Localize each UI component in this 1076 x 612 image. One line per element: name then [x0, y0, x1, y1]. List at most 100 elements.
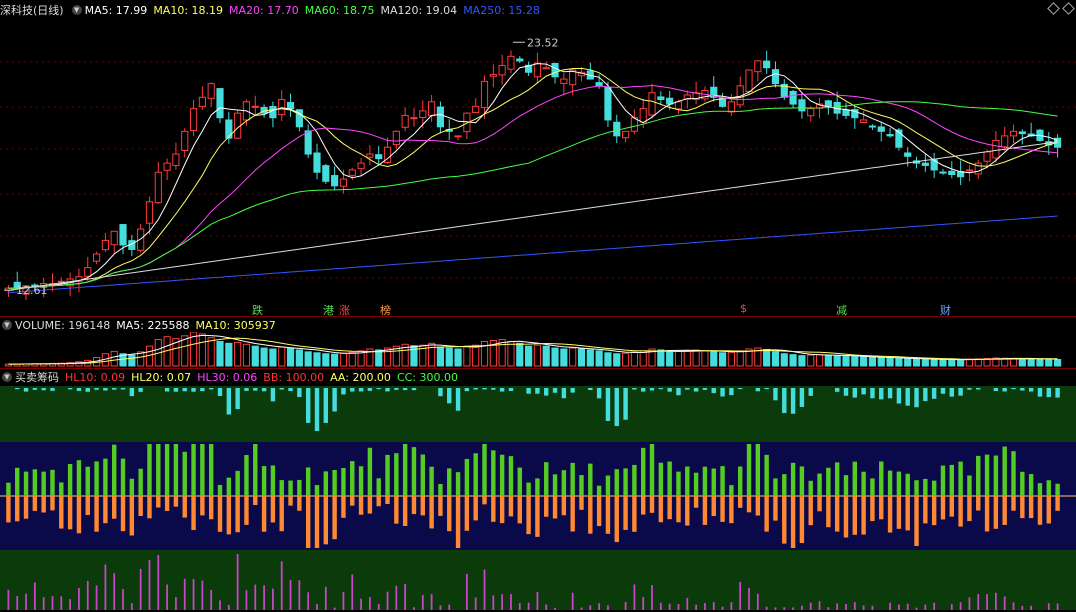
chip-green-bar-27	[244, 455, 249, 496]
chip-bottom-bar-92	[818, 601, 821, 610]
chip-green-bar-29	[261, 466, 267, 496]
candle-body-42	[375, 154, 383, 160]
chip-green-bar-32	[288, 480, 293, 496]
candle-body-114	[1009, 130, 1018, 137]
chip-orange-bar-31	[279, 496, 284, 532]
chip-green-bar-22	[200, 444, 205, 496]
candle-body-20	[181, 130, 189, 151]
chip-green-bar-1	[15, 467, 20, 496]
chip-bottom-bar-75	[668, 603, 671, 610]
chip-bottom-bar-25	[227, 604, 230, 610]
chip-bottom-bar-13	[122, 589, 124, 610]
chip-green-bar-56	[499, 454, 505, 496]
chip-top-bar-112	[993, 388, 999, 392]
settings-diamond-icon[interactable]	[1047, 2, 1060, 15]
chip-orange-bar-67	[596, 496, 602, 527]
chip-bottom-bar-89	[792, 607, 794, 610]
chip-bottom-bar-24	[219, 600, 221, 610]
high-price-label: 23.52	[527, 36, 559, 49]
chip-orange-bar-46	[411, 496, 417, 515]
chip-bottom-bar-26	[236, 554, 239, 610]
chip-bottom-bar-90	[801, 605, 803, 610]
chip-top-bar-74	[658, 388, 664, 390]
chip-orange-bar-72	[641, 496, 646, 515]
candle-body-16	[145, 201, 154, 224]
chip-green-bar-107	[949, 464, 954, 496]
chip-green-bar-3	[32, 469, 38, 496]
price-chart[interactable]: 23.52 12.61	[0, 14, 1076, 314]
chip-bottom-bar-38	[342, 592, 345, 610]
candle-body-51	[454, 135, 462, 138]
chip-orange-bar-3	[32, 496, 38, 511]
expand-diamond-icon[interactable]	[1062, 2, 1075, 15]
chip-green-bar-119	[1055, 483, 1060, 496]
chip-top-bar-98	[870, 388, 875, 399]
chip-bottom-bar-101	[898, 604, 900, 610]
chip-bottom-bar-72	[642, 597, 645, 610]
volume-bar-89	[789, 354, 797, 367]
chip-bottom-bar-37	[333, 607, 336, 610]
volume-bar-74	[657, 349, 665, 367]
chip-top-bar-61	[544, 388, 549, 396]
chip-orange-bar-34	[305, 496, 311, 548]
chip-top-bar-72	[641, 388, 646, 392]
chip-orange-bar-107	[949, 496, 954, 517]
chip-bottom-bar-34	[307, 592, 310, 610]
chip-bottom-bar-48	[430, 593, 433, 610]
chip-top-bar-101	[896, 388, 902, 404]
chip-bottom-bar-12	[113, 573, 116, 610]
chip-orange-bar-9	[85, 496, 90, 515]
candle-body-57	[507, 55, 515, 70]
chip-bottom-bar-82	[730, 602, 733, 610]
chip-bottom-bar-74	[659, 602, 662, 610]
chip-green-bar-8	[76, 460, 82, 496]
volume-bar-117	[1036, 358, 1044, 367]
chip-top-bar-24	[217, 388, 223, 396]
chip-green-bar-77	[685, 466, 690, 496]
chip-orange-bar-92	[817, 496, 822, 512]
chip-collapse-icon[interactable]: ▼	[2, 372, 12, 382]
chip-orange-bar-115	[1020, 496, 1025, 519]
candle-body-84	[745, 69, 753, 92]
chip-top-bar-88	[782, 388, 787, 414]
event-marker-4[interactable]: $	[740, 302, 747, 315]
chip-top-bar-62	[552, 388, 558, 393]
chip-orange-bar-68	[605, 496, 611, 534]
chip-top-bar-41	[367, 388, 373, 391]
candle-body-68	[604, 86, 612, 121]
chip-orange-bar-14	[129, 496, 135, 536]
chip-green-bar-104	[923, 478, 928, 496]
chip-green-bar-47	[420, 454, 425, 496]
chip-bottom-bar-15	[139, 568, 142, 610]
volume-bar-69	[613, 353, 621, 367]
chip-bottom-bar-112	[994, 592, 997, 610]
chip-bottom-bar-115	[1021, 605, 1024, 610]
chip-green-bar-101	[896, 471, 902, 496]
candle-body-91	[807, 108, 815, 117]
chip-bottom-bar-104	[924, 604, 927, 610]
chip-bottom-bar-53	[474, 597, 477, 610]
chip-bottom-bar-55	[492, 595, 495, 610]
chip-orange-bar-42	[376, 496, 381, 507]
chip-bottom-bar-110	[977, 594, 980, 610]
chip-orange-bar-38	[341, 496, 346, 518]
chip-top-bar-53	[473, 388, 478, 390]
volume-collapse-icon[interactable]: ▼	[2, 320, 12, 330]
chip-bottom-bar-68	[607, 605, 609, 610]
chip-orange-bar-17	[156, 496, 161, 508]
chip-top-bar-1	[15, 388, 20, 390]
chip-bottom-bar-10	[95, 585, 98, 610]
chip-green-bar-31	[279, 480, 284, 496]
chip-orange-bar-33	[297, 496, 302, 511]
chip-orange-bar-66	[588, 496, 593, 534]
chip-orange-bar-93	[826, 496, 831, 528]
chip-orange-bar-116	[1028, 496, 1034, 519]
volume-chart[interactable]	[0, 332, 1076, 368]
chip-green-bar-28	[253, 444, 258, 496]
chip-top-bar-27	[244, 388, 249, 391]
chip-chart[interactable]	[0, 386, 1076, 610]
chip-green-bar-33	[297, 479, 302, 496]
chip-green-bar-75	[667, 461, 672, 496]
chip-orange-bar-81	[720, 496, 725, 522]
candle-body-113	[1001, 135, 1009, 148]
